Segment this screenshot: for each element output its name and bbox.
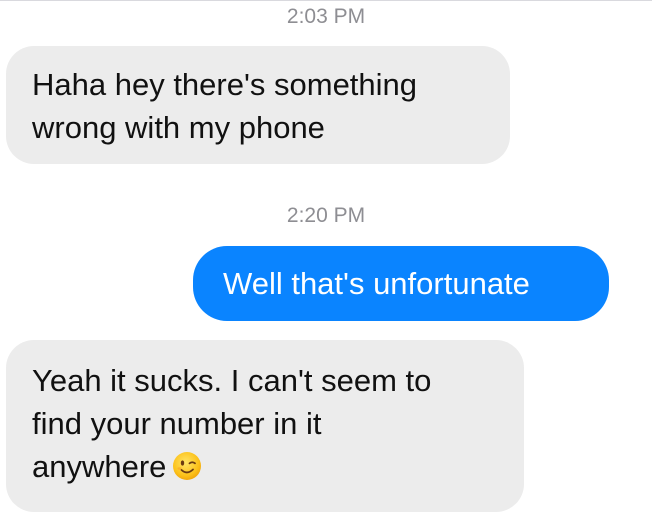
winking-face-emoji-icon (172, 449, 202, 480)
message-text-line: wrong with my phone (32, 110, 325, 145)
message-thread: 2:03 PM Haha hey there's something wrong… (0, 0, 652, 527)
message-bubble-received[interactable]: Yeah it sucks. I can't seem to find your… (6, 340, 524, 512)
timestamp: 2:03 PM (286, 5, 366, 28)
top-divider (0, 0, 652, 1)
message-text-line: Haha hey there's something (32, 67, 418, 102)
message-text-line: Well that's unfortunate (223, 266, 530, 301)
message-text-line-with-emoji: anywhere (32, 445, 498, 488)
timestamp: 2:20 PM (286, 204, 366, 227)
message-text-segment: anywhere (32, 449, 167, 484)
message-text-line: find your number in it (32, 406, 322, 441)
message-bubble-sent[interactable]: Well that's unfortunate (193, 246, 609, 321)
message-bubble-received[interactable]: Haha hey there's something wrong with my… (6, 46, 510, 164)
message-text-line: Yeah it sucks. I can't seem to (32, 363, 432, 398)
